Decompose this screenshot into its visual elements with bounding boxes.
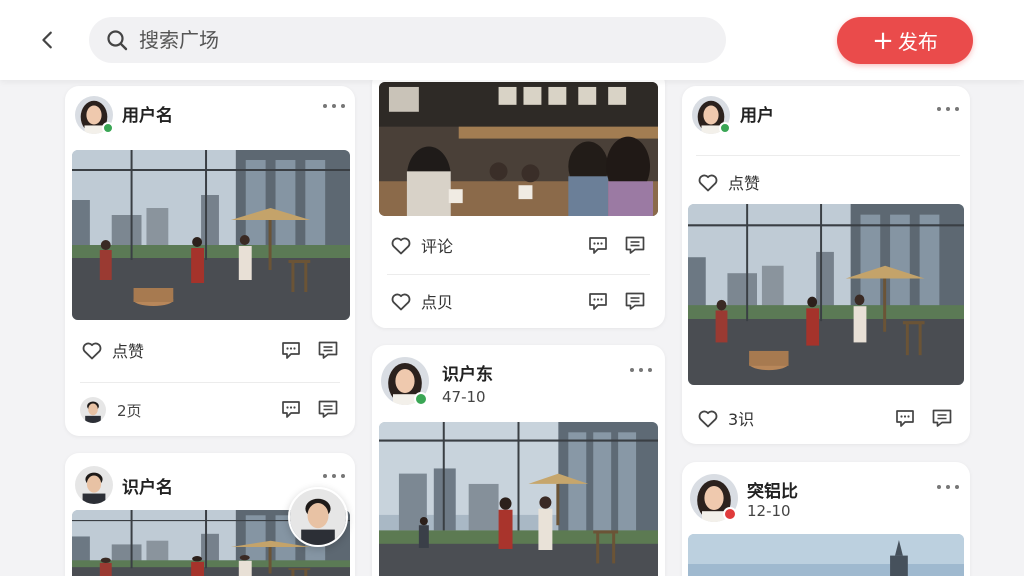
username[interactable]: 识户东 [442,360,493,385]
post-image[interactable] [379,422,658,576]
heart-icon [696,406,720,430]
comment-bubble-icon[interactable] [893,406,917,430]
post-date: 12-10 [747,502,791,520]
online-status-dot [719,122,731,134]
search-bar[interactable] [89,17,726,63]
username[interactable]: 用户 [740,101,774,126]
top-bar: + 发布 [0,0,1024,80]
avatar[interactable] [80,397,106,423]
online-status-dot [414,392,428,406]
like-count: 3识 [728,410,755,429]
divider [387,274,650,275]
heart-icon [80,338,104,362]
message-square-icon[interactable] [930,406,954,430]
online-status-dot [102,122,114,134]
more-dots-icon[interactable] [323,101,345,111]
more-dots-icon[interactable] [937,482,959,492]
more-dots-icon[interactable] [323,471,345,481]
comment-bubble-icon[interactable] [586,289,610,313]
post-date: 47-10 [442,388,486,406]
post-card[interactable]: 突铝比 12-10 [682,462,970,576]
post-card[interactable]: 识户东 47-10 [372,345,665,576]
search-input[interactable] [139,28,679,52]
comment-bubble-icon[interactable] [279,338,303,362]
message-square-icon[interactable] [623,233,647,257]
post-card[interactable]: 评论 点贝 [372,70,665,328]
plus-icon: + [872,25,894,56]
comment-bubble-icon[interactable] [279,397,303,421]
like-label: 点赞 [728,174,761,193]
like-button[interactable]: 点赞 [696,170,760,194]
message-square-icon[interactable] [623,289,647,313]
publish-button[interactable]: + 发布 [837,17,973,64]
message-square-icon[interactable] [316,338,340,362]
more-dots-icon[interactable] [937,104,959,114]
divider [80,382,340,383]
like-label: 点贝 [421,293,454,312]
more-dots-icon[interactable] [630,365,652,375]
username[interactable]: 用户名 [122,101,173,126]
heart-icon [696,170,720,194]
like-button[interactable]: 点赞 [80,338,144,362]
comment-bubble-icon[interactable] [586,233,610,257]
like-button[interactable]: 点贝 [389,289,453,313]
post-image[interactable] [688,534,964,576]
comment-button[interactable]: 评论 [389,233,453,257]
post-card[interactable]: 用户 点赞 3识 [682,86,970,444]
publish-label: 发布 [897,30,938,54]
post-image[interactable] [72,150,350,320]
heart-icon [389,233,413,257]
comment-label: 评论 [421,237,454,256]
heart-icon [389,289,413,313]
like-button[interactable]: 3识 [696,406,754,430]
busy-status-dot [723,507,737,521]
post-image[interactable] [688,204,964,385]
divider [696,155,960,156]
chevron-left-icon [42,31,52,49]
search-icon [107,30,128,51]
post-card[interactable]: 用户名 点赞 2页 [65,86,355,436]
floating-user-avatar[interactable] [288,487,348,547]
avatar[interactable] [75,466,113,504]
back-button[interactable] [32,24,64,56]
username[interactable]: 突铝比 [747,477,798,502]
username[interactable]: 识户名 [122,473,173,498]
post-image[interactable] [379,82,658,216]
like-label: 点赞 [112,342,145,361]
message-square-icon[interactable] [316,397,340,421]
commenter-label: 2页 [117,402,142,420]
